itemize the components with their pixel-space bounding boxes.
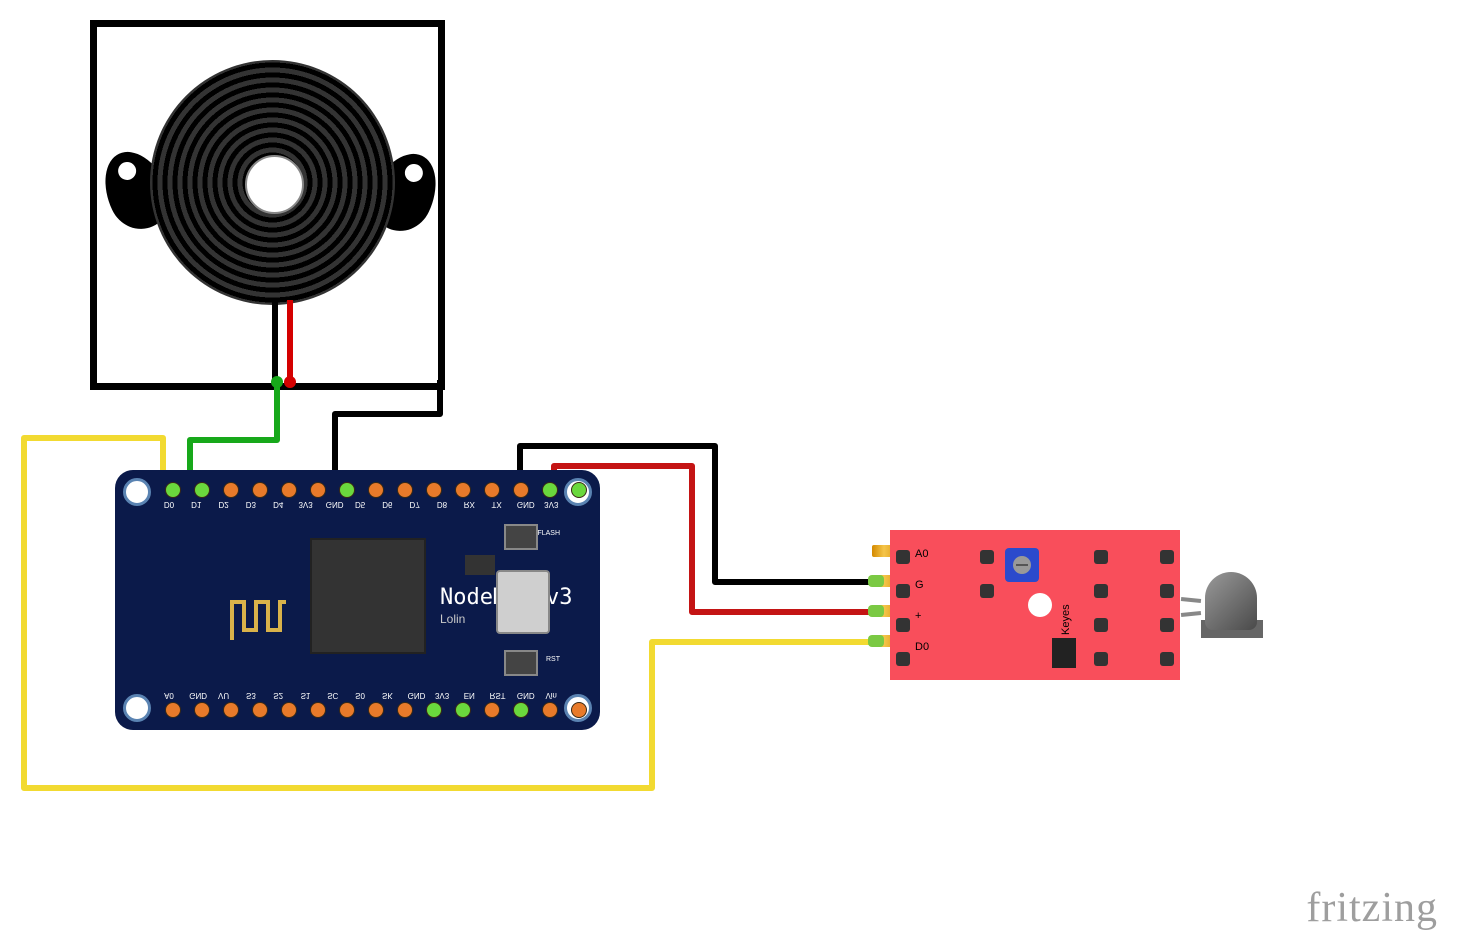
- pin-label: 3V3: [298, 500, 312, 509]
- pin-label: Vin: [544, 691, 558, 700]
- buzzer-hole: [245, 155, 304, 214]
- reset-button[interactable]: [504, 650, 538, 676]
- solder-pads: [1094, 550, 1108, 666]
- pin-label: GND: [189, 691, 203, 700]
- mounting-hole: [123, 478, 151, 506]
- solder-pads: [1160, 550, 1174, 666]
- pin-label: D4: [271, 500, 285, 509]
- pin-label: D0: [162, 500, 176, 509]
- pin-label: D6: [380, 500, 394, 509]
- pin-label: S0: [353, 691, 367, 700]
- ir-receiver-led: [1195, 572, 1255, 640]
- pin-label: RST: [490, 691, 504, 700]
- pin-label: VU: [217, 691, 231, 700]
- pin-label: EN: [462, 691, 476, 700]
- board-subtitle: Lolin: [440, 612, 465, 626]
- pin-header-top: [165, 482, 587, 498]
- pin-label: TX: [490, 500, 504, 509]
- pin-label: D2: [217, 500, 231, 509]
- pin-label: D7: [408, 500, 422, 509]
- pin-label: D3: [244, 500, 258, 509]
- sensor-pin-labels: A0 G + D0: [915, 548, 929, 653]
- pin-label: GND: [326, 500, 340, 509]
- pin-header-bottom: [165, 702, 587, 718]
- pin-labels-top: D0 D1 D2 D3 D4 3V3 GND D5 D6 D7 D8 RX TX GND 3V3: [162, 500, 558, 509]
- pin-label: GND: [408, 691, 422, 700]
- pin-labels-bottom: A0 GND VU S3 S2 S1 SC S0 SK GND 3V3 EN RST GND Vin: [162, 691, 558, 700]
- potentiometer[interactable]: [1005, 548, 1039, 582]
- pin-label: S1: [298, 691, 312, 700]
- pin-label: RX: [462, 500, 476, 509]
- pin-label: A0: [915, 548, 929, 560]
- fritzing-watermark: fritzing: [1306, 884, 1438, 932]
- pin-label: 3V3: [435, 691, 449, 700]
- brand-label: Keyes: [1060, 604, 1072, 635]
- pin-label: S3: [244, 691, 258, 700]
- pin-label: GND: [517, 500, 531, 509]
- pin-label: A0: [162, 691, 176, 700]
- pin-label: SK: [380, 691, 394, 700]
- mounting-hole: [1028, 593, 1052, 617]
- flame-sensor-module: A0 G + D0 Keyes: [890, 530, 1180, 680]
- pin-label: 3V3: [544, 500, 558, 509]
- pin-label: D8: [435, 500, 449, 509]
- solder-pads: [980, 550, 994, 598]
- pin-label: D1: [189, 500, 203, 509]
- flash-label: FLASH: [537, 530, 560, 537]
- pin-label: D0: [915, 641, 929, 653]
- pin-label: S2: [271, 691, 285, 700]
- pin-label: GND: [517, 691, 531, 700]
- regulator-chip: [465, 555, 495, 575]
- antenna-icon: [230, 600, 288, 642]
- solder-pads: [896, 550, 910, 666]
- pin-label: D5: [353, 500, 367, 509]
- usb-port: [496, 570, 550, 634]
- pin-label: G: [915, 579, 929, 591]
- pin-label: +: [915, 610, 929, 622]
- diagram-canvas: D0 D1 D2 D3 D4 3V3 GND D5 D6 D7 D8 RX TX GND 3V3 A0 GND…: [0, 0, 1478, 952]
- rst-label: RST: [546, 656, 560, 663]
- esp8266-chip: [310, 538, 426, 654]
- comparator-ic: [1052, 638, 1076, 668]
- mounting-hole: [123, 694, 151, 722]
- pin-label: SC: [326, 691, 340, 700]
- nodemcu-board: D0 D1 D2 D3 D4 3V3 GND D5 D6 D7 D8 RX TX GND 3V3 A0 GND…: [115, 470, 600, 730]
- flash-button[interactable]: [504, 524, 538, 550]
